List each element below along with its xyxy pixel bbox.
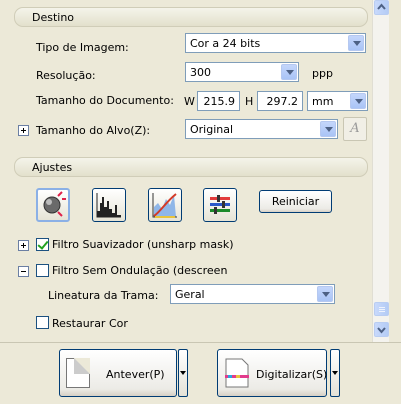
tamanho-alvo-value: Original	[190, 123, 234, 136]
histogram-icon	[96, 193, 121, 218]
digitalizar-button[interactable]: Digitalizar(S)	[217, 349, 327, 397]
histogram-button[interactable]	[92, 188, 126, 222]
resolucao-select[interactable]: 300	[185, 62, 299, 82]
filtro-sem-ondulacao-checkbox[interactable]	[36, 264, 49, 277]
grip-icon	[379, 307, 385, 308]
destino-header: Destino	[14, 7, 368, 27]
restaurar-cor-label: Restaurar Cor	[52, 317, 128, 330]
filtro-suavizador-checkbox[interactable]	[36, 238, 49, 251]
width-input[interactable]: 215.9	[197, 91, 240, 111]
scroll-thumb[interactable]	[374, 302, 389, 316]
resolucao-label: Resolução:	[36, 69, 96, 82]
digitalizar-label: Digitalizar(S)	[256, 368, 328, 381]
vertical-scrollbar[interactable]	[372, 0, 389, 342]
chevron-down-icon[interactable]	[281, 64, 297, 80]
expand-tamanho-alvo-icon[interactable]	[18, 125, 29, 136]
tipo-imagem-select[interactable]: Cor a 24 bits	[185, 33, 366, 53]
height-input[interactable]: 297.2	[257, 91, 303, 111]
antever-label: Antever(P)	[106, 368, 165, 381]
unit-value: mm	[312, 95, 334, 108]
scanner-icon	[225, 358, 249, 388]
chevron-down-icon[interactable]	[348, 35, 364, 51]
unit-select[interactable]: mm	[307, 91, 368, 111]
chevron-down-icon[interactable]	[320, 121, 336, 137]
lineatura-label: Lineatura da Trama:	[48, 289, 159, 302]
expand-filtro-suavizador-icon[interactable]	[18, 240, 29, 251]
auto-exposure-button[interactable]	[36, 188, 70, 222]
color-balance-button[interactable]	[203, 188, 237, 222]
ajustes-header: Ajustes	[14, 157, 368, 177]
text-orientation-icon[interactable]: A	[343, 117, 367, 141]
arrow-up-icon	[377, 3, 386, 10]
scroll-down-button[interactable]	[374, 322, 389, 337]
filtro-suavizador-label: Filtro Suavizador (unsharp mask)	[52, 238, 234, 251]
lineatura-select[interactable]: Geral	[170, 284, 335, 304]
antever-dropdown-button[interactable]	[178, 349, 188, 397]
digitalizar-dropdown-button[interactable]	[330, 349, 340, 397]
tipo-imagem-label: Tipo de Imagem:	[36, 41, 129, 54]
filtro-sem-ondulacao-label: Filtro Sem Ondulação (descreen	[52, 264, 228, 277]
reiniciar-button[interactable]: Reiniciar	[259, 190, 332, 213]
chevron-down-icon[interactable]	[350, 93, 366, 109]
color-balance-icon	[210, 195, 230, 214]
tamanho-documento-label: Tamanho do Documento:	[36, 94, 174, 107]
chevron-down-icon[interactable]	[317, 286, 333, 302]
tone-curve-icon	[152, 193, 177, 218]
tone-curve-button[interactable]	[148, 188, 182, 222]
restaurar-cor-checkbox[interactable]	[36, 316, 49, 329]
lineatura-value: Geral	[175, 288, 205, 301]
resolucao-value: 300	[190, 66, 211, 79]
antever-button[interactable]: Antever(P)	[59, 349, 177, 397]
tamanho-alvo-select[interactable]: Original	[185, 119, 338, 139]
tipo-imagem-value: Cor a 24 bits	[190, 37, 261, 50]
height-label: H	[245, 95, 254, 108]
auto-exposure-icon	[43, 191, 66, 217]
resolucao-unit: ppp	[312, 67, 333, 80]
width-label: W	[184, 95, 195, 108]
document-icon	[66, 358, 90, 388]
scroll-up-button[interactable]	[374, 0, 389, 15]
arrow-down-icon	[377, 327, 386, 334]
tamanho-alvo-label: Tamanho do Alvo(Z):	[36, 124, 151, 137]
collapse-filtro-sem-ondulacao-icon[interactable]	[18, 266, 29, 277]
settings-panel: Destino Tipo de Imagem: Cor a 24 bits Re…	[0, 0, 370, 342]
